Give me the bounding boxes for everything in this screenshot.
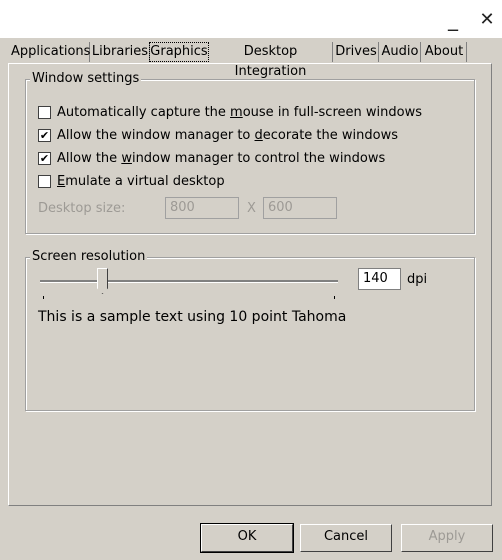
apply-button[interactable]: Apply [401, 524, 493, 552]
tab-about[interactable]: About [422, 42, 467, 62]
option-virtual-desktop[interactable]: Emulate a virtual desktop [38, 172, 225, 190]
window-settings-title: Window settings [30, 71, 142, 87]
checkmark-icon: ✔ [39, 128, 50, 142]
tab-graphics[interactable]: Graphics [149, 42, 209, 62]
tab-audio[interactable]: Audio [380, 42, 421, 62]
option-control-windows[interactable]: ✔ Allow the window manager to control th… [38, 149, 385, 167]
tab-desktop-integration[interactable]: Desktop Integration [209, 42, 333, 79]
dpi-input[interactable]: 140 [358, 268, 401, 290]
option-capture-mouse[interactable]: Automatically capture the mouse in full-… [38, 103, 422, 121]
desktop-height-field[interactable]: 600 [263, 197, 337, 219]
option-decorate-windows[interactable]: ✔ Allow the window manager to decorate t… [38, 126, 398, 144]
close-icon[interactable]: ✕ [472, 6, 502, 32]
cancel-button[interactable]: Cancel [300, 524, 392, 552]
checkmark-icon: ✔ [39, 151, 50, 165]
ok-button[interactable]: OK [200, 523, 294, 553]
tab-libraries[interactable]: Libraries [91, 42, 150, 62]
tab-applications[interactable]: Applications [11, 42, 90, 62]
desktop-size-label: Desktop size: [38, 201, 126, 216]
checkbox-virtual-desktop[interactable] [38, 174, 51, 188]
checkbox-control-windows[interactable]: ✔ [38, 151, 51, 165]
checkbox-capture-mouse[interactable] [38, 105, 51, 119]
sample-text: This is a sample text using 10 point Tah… [38, 309, 347, 325]
screen-resolution-title: Screen resolution [30, 249, 148, 265]
size-separator: X [247, 201, 256, 216]
minimize-icon[interactable]: _ [438, 6, 468, 32]
slider-tick [334, 296, 335, 299]
dpi-unit-label: dpi [407, 272, 428, 287]
slider-tick [43, 296, 44, 299]
dpi-slider-track[interactable] [40, 280, 338, 283]
title-bar: _ ✕ [0, 0, 502, 38]
tab-drives[interactable]: Drives [334, 42, 379, 62]
checkbox-decorate-windows[interactable]: ✔ [38, 128, 51, 142]
desktop-width-field[interactable]: 800 [165, 197, 239, 219]
